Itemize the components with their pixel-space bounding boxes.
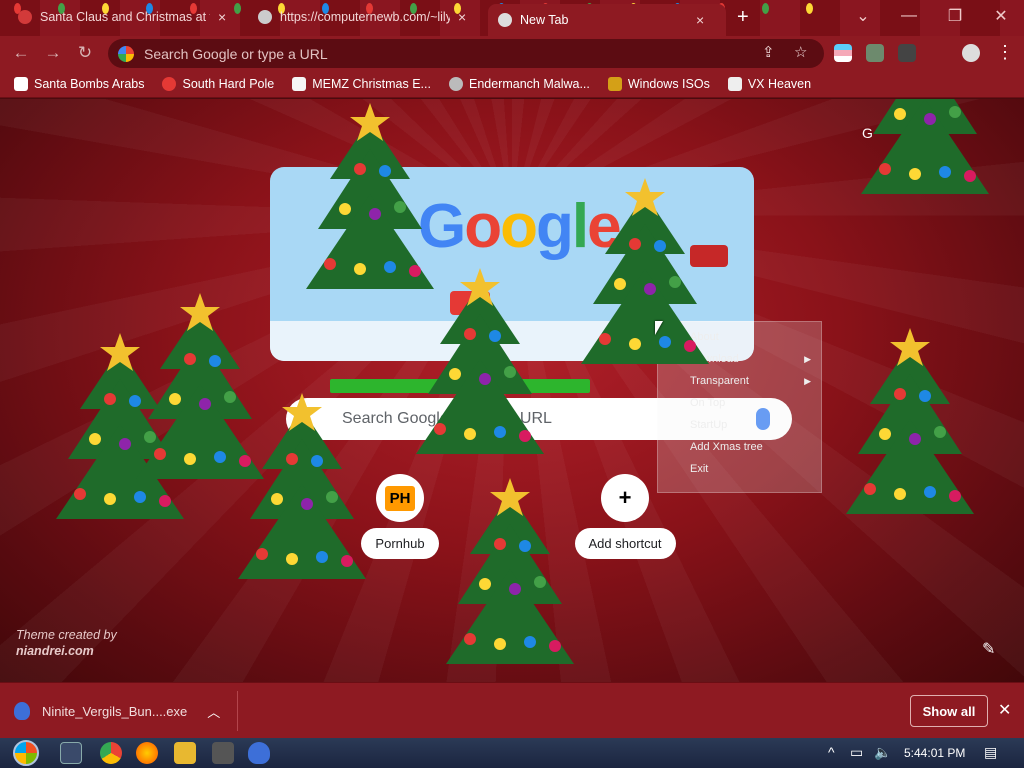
snowflake-icon [162, 76, 177, 91]
download-item[interactable]: Ninite_Vergils_Bun....exe ︿ [14, 695, 220, 727]
christmas-tree-icon[interactable] [410, 264, 550, 484]
windows-isos-icon [607, 76, 622, 91]
bookmark-memz-christmas[interactable]: MEMZ Christmas E... [292, 76, 431, 91]
christmas-tree-icon[interactable] [840, 324, 980, 544]
download-shelf: Ninite_Vergils_Bun....exe ︿ Show all ✕ [0, 682, 1024, 738]
tab-search-button[interactable]: ⌄ [840, 0, 886, 32]
extension-flag-icon[interactable] [834, 44, 852, 62]
tab-santa-claus[interactable]: Santa Claus and Christmas at th × [8, 2, 236, 32]
christmas-tree-icon[interactable] [232, 389, 372, 609]
christmas-tree-icon[interactable] [440, 474, 580, 682]
new-tab-page: G Google PH Pornhub + Add shortcut Theme… [0, 99, 1024, 682]
tray-expand-icon[interactable]: ^ [828, 744, 835, 760]
chrome-menu-icon[interactable]: ⋮ [996, 42, 1014, 63]
chrome-favicon-icon [498, 13, 512, 27]
omnibox[interactable] [108, 39, 824, 68]
plus-icon: + [601, 474, 649, 522]
maximize-button[interactable]: ❐ [932, 0, 978, 32]
theme-credit[interactable]: Theme created by niandrei.com [16, 627, 117, 659]
bookmark-vx-heaven[interactable]: VX Heaven [727, 76, 811, 91]
menu-item-startup[interactable]: StartUp [658, 414, 821, 436]
tab-new-tab[interactable]: New Tab × [488, 4, 726, 36]
bookmark-endermanch[interactable]: Endermanch Malwa... [448, 76, 590, 91]
tab-strip: Santa Claus and Christmas at th × https:… [0, 0, 1024, 36]
ninite-file-icon [14, 702, 30, 720]
download-filename: Ninite_Vergils_Bun....exe [42, 703, 188, 719]
close-tab-icon[interactable]: × [696, 12, 704, 28]
ninite-taskbar-icon[interactable] [248, 742, 270, 764]
extensions-puzzle-icon[interactable] [898, 44, 916, 62]
submenu-arrow-icon: ▶ [804, 354, 811, 364]
tab-label: Santa Claus and Christmas at th [40, 10, 210, 24]
endermanch-icon [448, 76, 463, 91]
extension-s-icon[interactable] [866, 44, 884, 62]
minimize-button[interactable]: — [886, 0, 932, 32]
tab-label: New Tab [520, 13, 569, 27]
mouse-cursor-icon [655, 321, 663, 335]
forward-button[interactable]: → [42, 42, 64, 64]
start-button[interactable] [8, 738, 44, 768]
close-tab-icon[interactable]: × [218, 9, 226, 25]
menu-item-on-top[interactable]: On Top [658, 392, 821, 414]
santa-favicon-icon [18, 10, 32, 24]
customize-pencil-icon[interactable]: ✎ [982, 639, 995, 659]
reload-button[interactable]: ↻ [74, 42, 96, 64]
file-explorer-icon[interactable] [174, 742, 196, 764]
firefox-taskbar-icon[interactable] [136, 742, 158, 764]
menu-item-add-xmas-tree[interactable]: Add Xmas tree [658, 436, 821, 458]
task-view-icon[interactable] [60, 742, 82, 764]
volume-icon[interactable]: 🔈 [874, 744, 891, 761]
christmas-tree-icon[interactable] [855, 99, 995, 224]
close-tab-icon[interactable]: × [458, 9, 466, 25]
bookmark-santa-bombs[interactable]: Santa Bombs Arabs [14, 76, 144, 91]
chrome-taskbar-icon[interactable] [100, 742, 122, 764]
windows-orb-icon [13, 740, 39, 766]
bookmarks-bar: Santa Bombs Arabs South Hard Pole MEMZ C… [0, 70, 1024, 98]
back-button[interactable]: ← [10, 42, 32, 64]
toolbar: ← → ↻ ⇪ ☆ ⋮ [0, 36, 1024, 70]
clock[interactable]: 5:44:01 PM [904, 746, 965, 760]
tab-label: https://computernewb.com/~lily [280, 10, 450, 24]
bookmark-windows-isos[interactable]: Windows ISOs [607, 76, 710, 91]
close-window-button[interactable]: ✕ [978, 0, 1024, 32]
shelf-divider [237, 691, 238, 731]
santa-icon [14, 76, 28, 91]
app-taskbar-icon[interactable] [212, 742, 234, 764]
google-icon [118, 45, 134, 62]
show-all-button[interactable]: Show all [910, 695, 988, 727]
windows-taskbar: ^ ▭ 🔈 5:44:01 PM ▤ [0, 738, 1024, 768]
profile-avatar[interactable] [962, 44, 980, 62]
chevron-up-icon[interactable]: ︿ [207, 702, 220, 721]
notifications-icon[interactable]: ▤ [984, 744, 997, 761]
christmas-tree-icon[interactable] [575, 174, 715, 394]
bookmark-star-icon[interactable]: ☆ [794, 43, 807, 61]
memz-icon [292, 76, 307, 91]
omnibox-input[interactable] [144, 45, 704, 62]
shortcut-label: Add shortcut [574, 528, 676, 559]
menu-item-exit[interactable]: Exit [658, 458, 821, 480]
new-tab-button[interactable]: + [737, 6, 749, 29]
network-icon[interactable]: ▭ [850, 744, 863, 761]
page-favicon-icon [258, 10, 272, 24]
submenu-arrow-icon: ▶ [804, 376, 811, 386]
shortcut-label: Pornhub [361, 528, 439, 559]
bookmark-south-hard-pole[interactable]: South Hard Pole [162, 76, 274, 91]
vx-heaven-icon [727, 76, 742, 91]
close-shelf-icon[interactable]: ✕ [998, 700, 1011, 720]
tab-computernewb[interactable]: https://computernewb.com/~lily × [248, 2, 476, 32]
share-icon[interactable]: ⇪ [762, 43, 775, 61]
